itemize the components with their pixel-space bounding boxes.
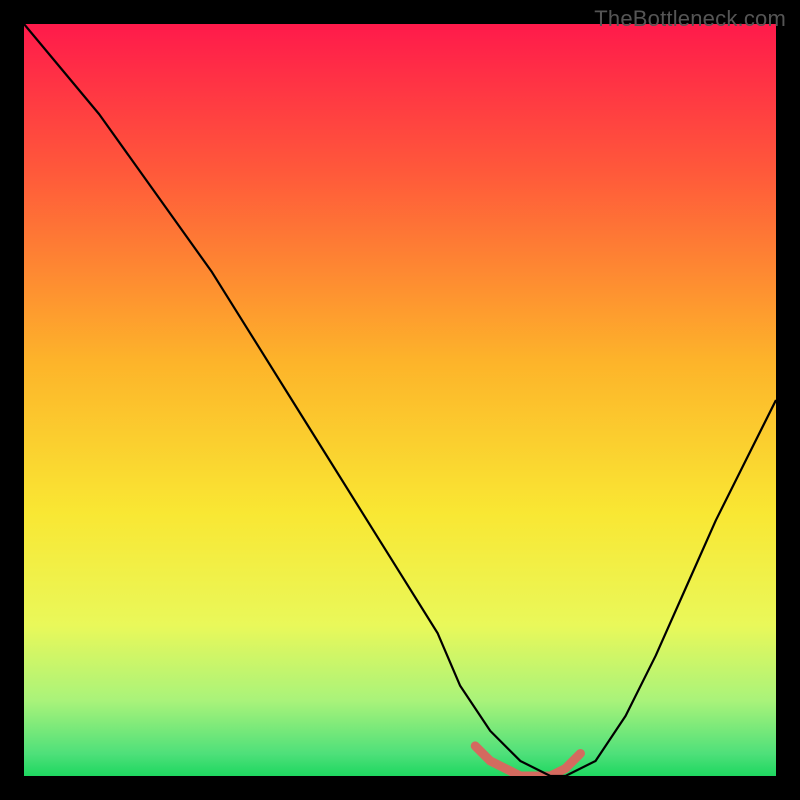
gradient-background	[24, 24, 776, 776]
chart-container: TheBottleneck.com	[0, 0, 800, 800]
chart-svg	[24, 24, 776, 776]
plot-area	[24, 24, 776, 776]
watermark-label: TheBottleneck.com	[594, 6, 786, 32]
